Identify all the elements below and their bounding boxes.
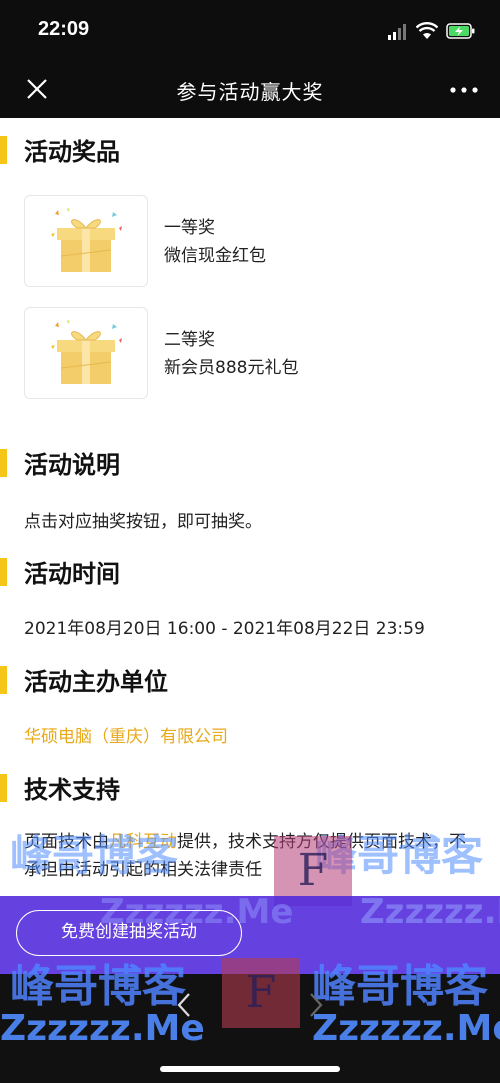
more-options-icon[interactable] bbox=[448, 80, 480, 100]
prizes-section-title: 活动奖品 bbox=[24, 138, 120, 166]
section-accent-bar bbox=[0, 136, 7, 164]
time-section-title: 活动时间 bbox=[24, 560, 120, 588]
time-text: 2021年08月20日 16:00 - 2021年08月22日 23:59 bbox=[24, 619, 425, 639]
section-accent-bar bbox=[0, 558, 7, 586]
section-accent-bar bbox=[0, 449, 7, 477]
tech-support-text: 页面技术由凡科互动提供，技术支持方仅提供页面技术，不承担由活动引起的相关法律责任 bbox=[24, 828, 474, 884]
description-text: 点击对应抽奖按钮，即可抽奖。 bbox=[24, 512, 262, 532]
forward-arrow-icon[interactable] bbox=[306, 990, 326, 1020]
signal-icon bbox=[388, 24, 406, 40]
status-time: 22:09 bbox=[38, 18, 90, 40]
prize-info-first: 一等奖 微信现金红包 bbox=[164, 214, 266, 270]
back-arrow-icon[interactable] bbox=[174, 990, 194, 1020]
prize-info-second: 二等奖 新会员888元礼包 bbox=[164, 326, 298, 382]
prize-rank: 二等奖 bbox=[164, 330, 215, 350]
description-section-title: 活动说明 bbox=[24, 451, 120, 479]
tech-text-before: 页面技术由 bbox=[24, 832, 109, 852]
tech-section-title: 技术支持 bbox=[24, 776, 120, 804]
create-lottery-button[interactable]: 免费创建抽奖活动 bbox=[16, 910, 242, 956]
prize-name: 微信现金红包 bbox=[164, 246, 266, 266]
watermark-logo: F bbox=[222, 958, 300, 1028]
section-accent-bar bbox=[0, 666, 7, 694]
prize-image-second[interactable] bbox=[24, 307, 148, 399]
status-bar: 22:09 bbox=[0, 0, 500, 62]
gift-box-icon bbox=[51, 208, 122, 272]
prize-image-first[interactable] bbox=[24, 195, 148, 287]
nav-bar: 参与活动赢大奖 bbox=[0, 62, 500, 118]
section-accent-bar bbox=[0, 774, 7, 802]
home-indicator[interactable] bbox=[160, 1066, 340, 1072]
gift-box-icon bbox=[51, 320, 122, 384]
prize-name: 新会员888元礼包 bbox=[164, 358, 299, 378]
prize-rank: 一等奖 bbox=[164, 218, 215, 238]
battery-charging-icon bbox=[446, 23, 475, 39]
organizer-section-title: 活动主办单位 bbox=[24, 668, 168, 696]
wifi-icon bbox=[416, 22, 438, 39]
tech-provider-link[interactable]: 凡科互动 bbox=[109, 832, 177, 852]
organizer-text: 华硕电脑（重庆）有限公司 bbox=[24, 727, 228, 747]
page-title: 参与活动赢大奖 bbox=[176, 80, 324, 104]
